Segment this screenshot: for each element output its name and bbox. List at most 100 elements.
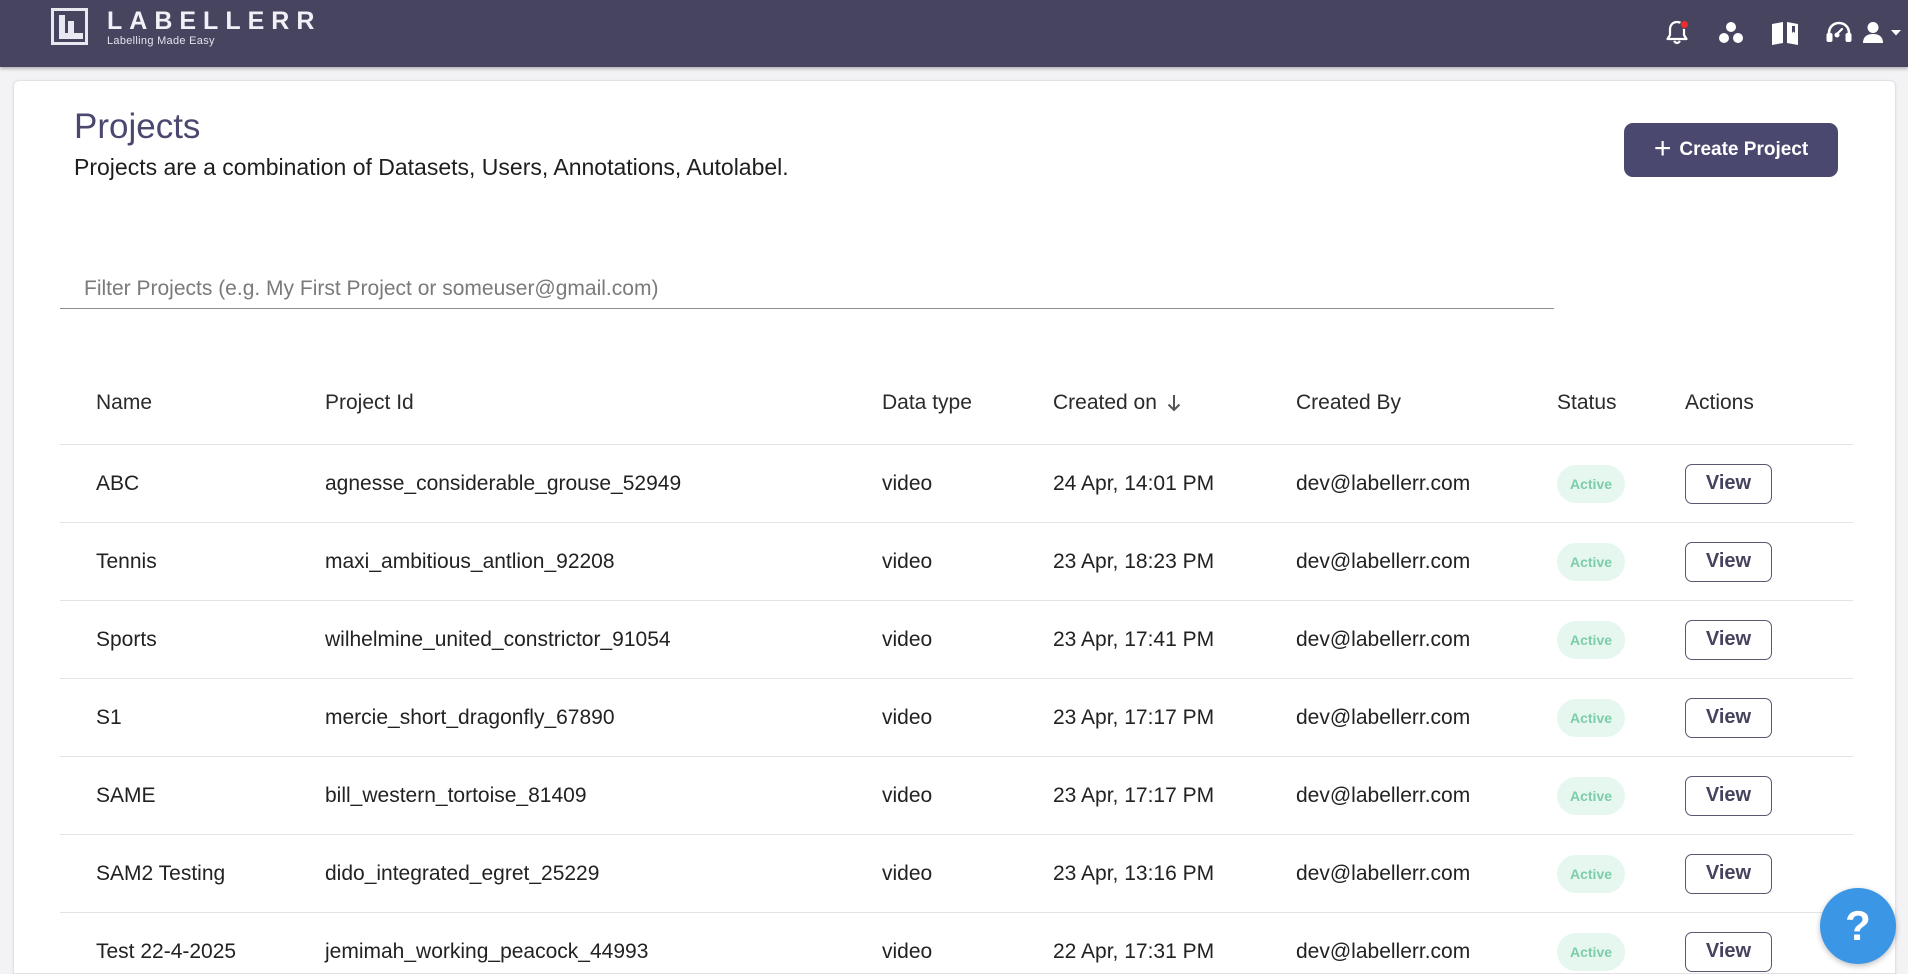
project-data-type: video	[882, 627, 933, 651]
project-created-on: 24 Apr, 14:01 PM	[1053, 471, 1215, 495]
brand-logo[interactable]: LABELLERR Labelling Made Easy	[51, 6, 321, 47]
project-created-on: 22 Apr, 17:31 PM	[1053, 939, 1215, 963]
project-created-on: 23 Apr, 13:16 PM	[1053, 861, 1215, 885]
status-badge: Active	[1557, 464, 1626, 503]
view-project-button[interactable]: View	[1685, 619, 1772, 660]
account-icon	[1863, 22, 1901, 43]
project-created-by: dev@labellerr.com	[1296, 939, 1471, 963]
view-project-button[interactable]: View	[1685, 541, 1772, 582]
projects-card: Projects Projects are a combination of D…	[13, 80, 1896, 974]
table-row: Sports wilhelmine_united_constrictor_910…	[60, 601, 1853, 679]
column-header-project-id: Project Id	[325, 390, 414, 414]
project-created-by: dev@labellerr.com	[1296, 705, 1471, 729]
project-created-on: 23 Apr, 17:17 PM	[1053, 783, 1215, 807]
table-row: ABC agnesse_considerable_grouse_52949 vi…	[60, 445, 1853, 523]
table-header-row: Name Project Id Data type Created on Cre…	[60, 361, 1853, 445]
project-data-type: video	[882, 549, 933, 573]
support-headset-icon[interactable]	[1823, 17, 1855, 49]
table-row: SAM2 Testing dido_integrated_egret_25229…	[60, 835, 1853, 913]
project-id: jemimah_working_peacock_44993	[325, 939, 649, 963]
column-header-actions: Actions	[1685, 390, 1754, 414]
brand-text: LABELLERR Labelling Made Easy	[107, 6, 321, 47]
actions-cell: View	[1685, 757, 1772, 834]
status-badge: Active	[1557, 698, 1626, 737]
table-row: S1 mercie_short_dragonfly_67890 video 23…	[60, 679, 1853, 757]
project-created-by: dev@labellerr.com	[1296, 549, 1471, 573]
status-cell: Active	[1557, 445, 1626, 522]
brand-name: LABELLERR	[107, 7, 322, 35]
top-navbar: LABELLERR Labelling Made Easy	[0, 0, 1908, 67]
project-id: bill_western_tortoise_81409	[325, 783, 587, 807]
status-cell: Active	[1557, 679, 1626, 756]
project-id: dido_integrated_egret_25229	[325, 861, 600, 885]
project-data-type: video	[882, 705, 933, 729]
project-name: Test 22-4-2025	[96, 939, 237, 963]
create-project-button[interactable]: + Create Project	[1624, 123, 1838, 177]
column-header-status: Status	[1557, 390, 1617, 414]
project-data-type: video	[882, 471, 933, 495]
project-created-by: dev@labellerr.com	[1296, 783, 1471, 807]
view-project-button[interactable]: View	[1685, 931, 1772, 972]
status-badge: Active	[1557, 932, 1626, 971]
actions-cell: View	[1685, 835, 1772, 912]
status-cell: Active	[1557, 913, 1626, 973]
project-id: wilhelmine_united_constrictor_91054	[325, 627, 671, 651]
workspace-icon[interactable]	[1715, 17, 1747, 49]
sort-descending-icon[interactable]	[1166, 393, 1182, 413]
actions-cell: View	[1685, 445, 1772, 522]
column-header-created-on[interactable]: Created on	[1053, 361, 1182, 444]
filter-projects-input[interactable]	[60, 269, 1554, 309]
project-name: Tennis	[96, 549, 157, 573]
view-project-button[interactable]: View	[1685, 697, 1772, 738]
logo-mark-icon	[51, 8, 88, 45]
status-badge: Active	[1557, 776, 1626, 815]
column-header-name: Name	[96, 390, 153, 414]
project-created-by: dev@labellerr.com	[1296, 471, 1471, 495]
projects-table: Name Project Id Data type Created on Cre…	[60, 361, 1853, 973]
project-created-on: 23 Apr, 17:17 PM	[1053, 705, 1215, 729]
status-cell: Active	[1557, 523, 1626, 600]
project-created-by: dev@labellerr.com	[1296, 861, 1471, 885]
docs-book-icon[interactable]	[1769, 17, 1801, 49]
project-name: SAM2 Testing	[96, 861, 226, 885]
project-name: Sports	[96, 627, 157, 651]
table-body: ABC agnesse_considerable_grouse_52949 vi…	[60, 445, 1853, 973]
project-id: maxi_ambitious_antlion_92208	[325, 549, 615, 573]
notification-badge	[1680, 20, 1689, 29]
table-row: Tennis maxi_ambitious_antlion_92208 vide…	[60, 523, 1853, 601]
brand-tagline: Labelling Made Easy	[107, 35, 215, 47]
account-menu[interactable]	[1861, 17, 1905, 49]
status-badge: Active	[1557, 542, 1626, 581]
project-name: S1	[96, 705, 122, 729]
actions-cell: View	[1685, 523, 1772, 600]
help-button[interactable]: ?	[1820, 888, 1896, 964]
project-created-on: 23 Apr, 18:23 PM	[1053, 549, 1215, 573]
status-badge: Active	[1557, 620, 1626, 659]
table-row: Test 22-4-2025 jemimah_working_peacock_4…	[60, 913, 1853, 973]
project-id: agnesse_considerable_grouse_52949	[325, 471, 682, 495]
project-id: mercie_short_dragonfly_67890	[325, 705, 615, 729]
status-cell: Active	[1557, 757, 1626, 834]
create-project-label: Create Project	[1679, 139, 1809, 160]
page-title: Projects	[74, 107, 201, 146]
notifications-icon[interactable]	[1661, 17, 1693, 49]
table-row: SAME bill_western_tortoise_81409 video 2…	[60, 757, 1853, 835]
actions-cell: View	[1685, 913, 1772, 973]
view-project-button[interactable]: View	[1685, 463, 1772, 504]
view-project-button[interactable]: View	[1685, 775, 1772, 816]
project-name: ABC	[96, 471, 140, 495]
project-created-by: dev@labellerr.com	[1296, 627, 1471, 651]
project-created-on: 23 Apr, 17:41 PM	[1053, 627, 1215, 651]
column-header-created-by: Created By	[1296, 390, 1402, 414]
project-data-type: video	[882, 783, 933, 807]
project-name: SAME	[96, 783, 156, 807]
help-question-icon: ?	[1845, 902, 1871, 949]
actions-cell: View	[1685, 679, 1772, 756]
view-project-button[interactable]: View	[1685, 853, 1772, 894]
actions-cell: View	[1685, 601, 1772, 678]
page-subtitle: Projects are a combination of Datasets, …	[74, 154, 789, 180]
created-on-label: Created on	[1053, 390, 1157, 414]
project-data-type: video	[882, 939, 933, 963]
plus-icon: +	[1653, 132, 1672, 165]
column-header-data-type: Data type	[882, 390, 972, 414]
